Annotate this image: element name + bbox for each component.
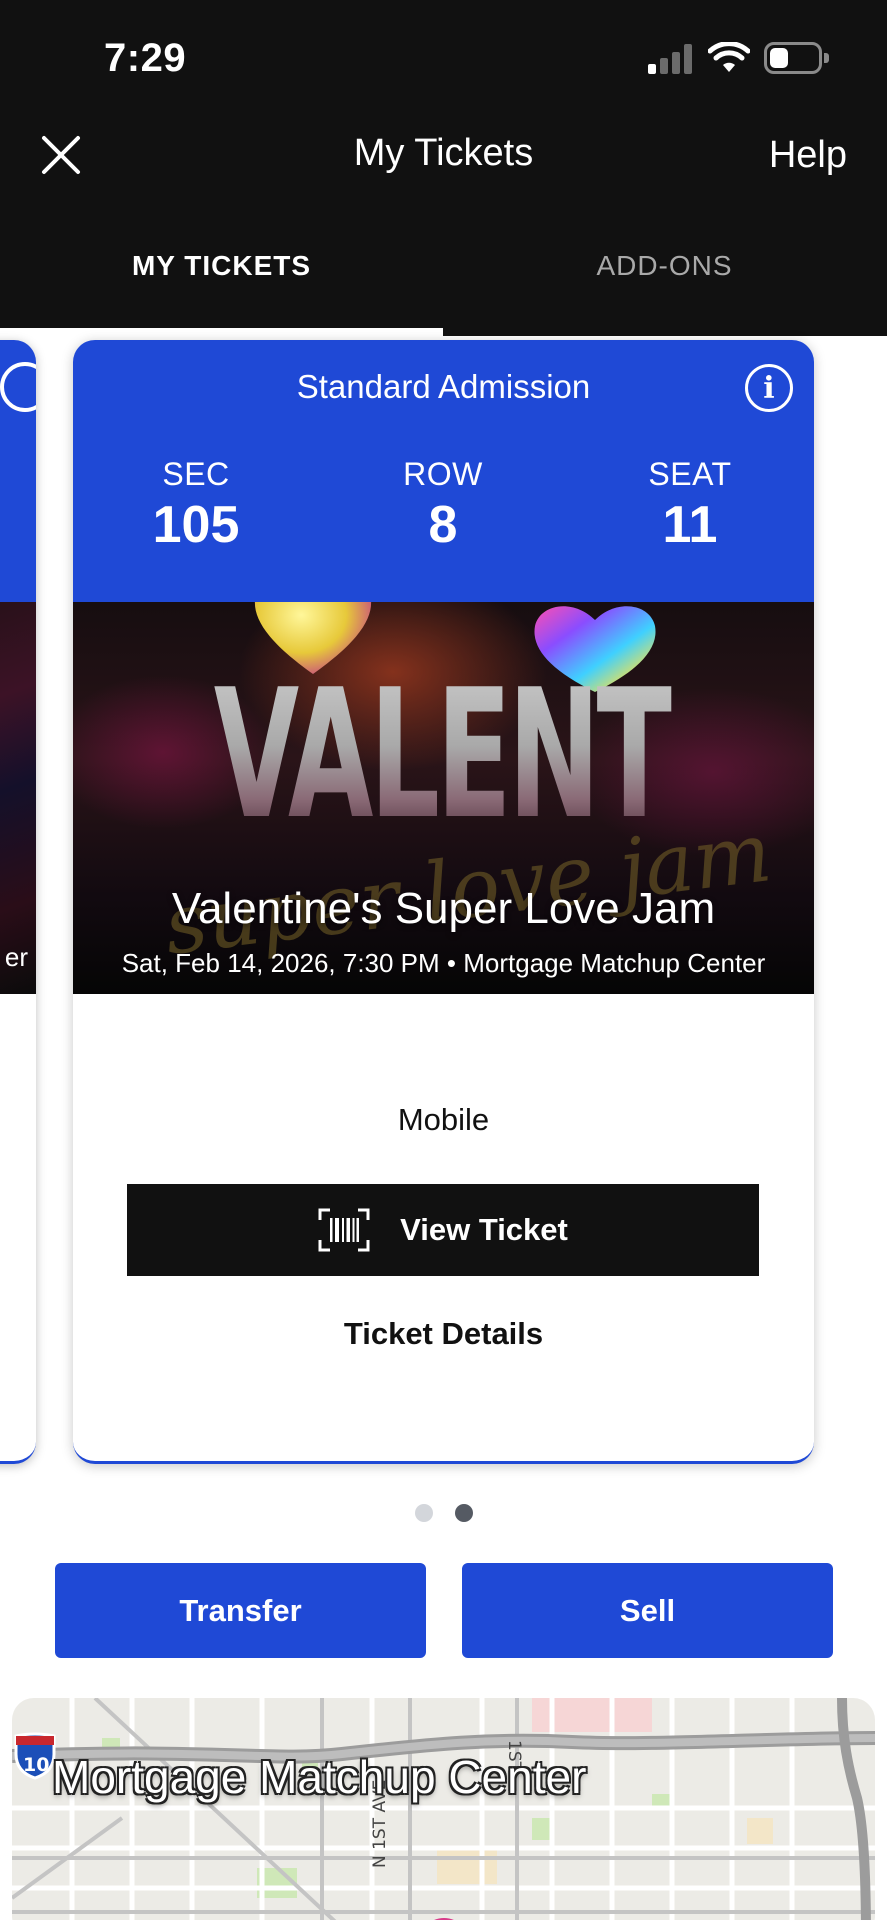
street-label-1st: 1ST [504,1740,524,1772]
battery-icon [764,42,830,74]
event-name: Valentine's Super Love Jam [171,884,716,933]
my-tickets-screen: 7:29 My Tickets Help MY TICKETS ADD-ONS [0,0,887,1920]
section-label: SEC [162,456,230,492]
top-header: 7:29 My Tickets Help MY TICKETS ADD-ONS [0,0,887,336]
tab-my-tickets[interactable]: MY TICKETS [0,250,443,282]
tab-add-ons[interactable]: ADD-ONS [443,250,886,282]
row-label: ROW [403,456,483,492]
rainbow-heart-graphic [534,606,656,692]
seat-column: SEAT 11 [590,456,790,555]
row-value: 8 [428,496,458,554]
active-tab-indicator [0,328,443,336]
section-value: 105 [152,496,240,554]
carousel-dot-1[interactable] [414,1504,433,1522]
event-date-venue: Sat, Feb 14, 2026, 7:30 PM • Mortgage Ma… [121,948,766,978]
ticket-type: Standard Admission [296,368,591,405]
map-streets [12,1698,875,1920]
previous-ticket-card[interactable]: er [0,340,36,1464]
yellow-heart-graphic [255,602,371,674]
ticket-card-header: Standard Admission i SEC 105 ROW 8 SEAT … [73,340,814,602]
page-title: My Tickets [353,132,534,174]
view-ticket-button[interactable]: View Ticket [127,1184,759,1276]
close-icon[interactable] [36,130,86,180]
info-icon[interactable]: i [745,364,793,412]
event-artwork: VALENTINES super love jam Valentine's Su… [73,602,814,994]
seat-label: SEAT [648,456,732,492]
status-time: 7:29 [104,36,187,80]
ticket-card: Standard Admission i SEC 105 ROW 8 SEAT … [73,340,814,1464]
wifi-icon [708,42,750,72]
row-column: ROW 8 [343,456,543,555]
transfer-button[interactable]: Transfer [55,1563,426,1658]
section-column: SEC 105 [96,456,296,555]
help-link[interactable]: Help [769,134,847,177]
ticket-details-link[interactable]: Ticket Details [73,1316,814,1352]
previous-card-meta-fragment: er [4,942,28,972]
street-label-n-1st-ave: N 1ST AVE [370,1779,390,1868]
interstate-shield-number: 10 [23,1754,50,1776]
seat-value: 11 [662,496,718,554]
venue-map[interactable]: 10 N 1ST AVE 1ST Mortgage Matchup Center [12,1698,875,1920]
barcode-scan-icon [318,1208,370,1252]
previous-card-event-image [0,602,36,994]
view-ticket-label: View Ticket [400,1212,568,1247]
delivery-method: Mobile [397,1102,490,1137]
sell-button[interactable]: Sell [462,1563,833,1658]
cellular-signal-icon [648,44,694,74]
carousel-dot-2[interactable] [454,1504,473,1522]
carousel-pagination [0,1504,887,1522]
